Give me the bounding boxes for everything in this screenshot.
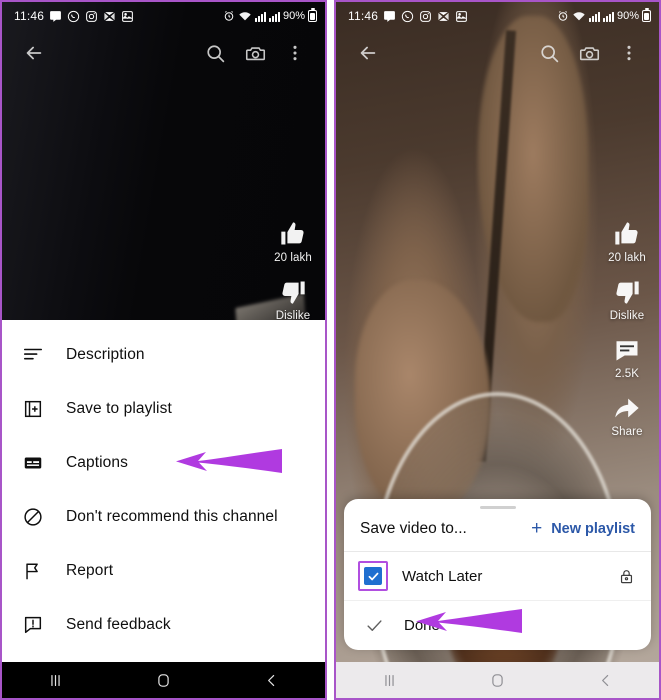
comment-count: 2.5K: [614, 368, 640, 380]
watch-later-checkbox-highlight: [358, 561, 388, 591]
plus-icon: +: [531, 518, 543, 539]
instagram-icon: [85, 10, 98, 23]
snapchat-icon: [103, 10, 116, 23]
status-time: 11:46: [348, 9, 379, 23]
new-playlist-button[interactable]: + New playlist: [531, 519, 635, 538]
photos-icon: [121, 10, 134, 23]
menu-item-label: Captions: [66, 454, 128, 471]
check-icon: [362, 616, 386, 635]
playlist-name: Watch Later: [402, 567, 483, 585]
like-count: 20 lakh: [608, 252, 646, 264]
menu-item-label: Send feedback: [66, 616, 171, 633]
back-chevron-icon[interactable]: [577, 662, 633, 698]
more-vertical-icon[interactable]: [275, 33, 315, 73]
menu-item-label: Report: [66, 562, 114, 579]
flag-icon: [20, 560, 46, 582]
status-bar-left: 11:46: [348, 9, 468, 23]
search-icon[interactable]: [195, 33, 235, 73]
panel-gap: [327, 0, 334, 700]
chat-bubble-icon: [49, 10, 62, 23]
signal-sim2-icon: [602, 11, 614, 22]
menu-item-captions[interactable]: Captions: [2, 436, 325, 490]
back-arrow-icon[interactable]: [14, 33, 54, 73]
menu-item-dont-recommend[interactable]: Don't recommend this channel: [2, 490, 325, 544]
status-bar-left: 11:46: [14, 9, 134, 23]
chat-bubble-icon: [383, 10, 396, 23]
menu-item-label: Description: [66, 346, 145, 363]
battery-percent: 90%: [616, 10, 639, 22]
signal-sim1-icon: [588, 11, 600, 22]
menu-item-save-to-playlist[interactable]: Save to playlist: [2, 382, 325, 436]
dislike-button[interactable]: Dislike: [265, 278, 321, 322]
done-button[interactable]: Done: [344, 600, 651, 650]
captions-icon: [20, 452, 46, 474]
signal-sim1-icon: [254, 11, 266, 22]
menu-item-description[interactable]: Description: [2, 328, 325, 382]
home-icon[interactable]: [469, 662, 525, 698]
android-nav-bar-left: [2, 662, 325, 698]
comments-button[interactable]: 2.5K: [599, 336, 655, 380]
android-nav-bar-right: [336, 662, 659, 698]
alarm-icon: [557, 10, 569, 22]
recents-icon[interactable]: [28, 662, 84, 698]
wifi-icon: [238, 10, 252, 22]
like-button[interactable]: 20 lakh: [599, 220, 655, 264]
video-options-sheet: Description Save to playlist Captions Do…: [2, 320, 325, 662]
feedback-icon: [20, 614, 46, 636]
phone-screen-left: 11:46 90% 20 lakh Dislike Description Sa…: [0, 0, 327, 700]
alarm-icon: [223, 10, 235, 22]
menu-item-label: Save to playlist: [66, 400, 172, 417]
description-icon: [20, 344, 46, 366]
done-label: Done: [404, 617, 440, 634]
battery-percent: 90%: [282, 10, 305, 22]
video-action-rail-right: 20 lakh Dislike 2.5K Share: [599, 220, 655, 438]
menu-item-label: Don't recommend this channel: [66, 508, 278, 525]
snapchat-icon: [437, 10, 450, 23]
app-top-bar-left: [2, 30, 325, 76]
dislike-label: Dislike: [609, 310, 645, 322]
share-button[interactable]: Share: [599, 394, 655, 438]
new-playlist-label: New playlist: [551, 520, 635, 537]
block-icon: [20, 506, 46, 528]
wifi-icon: [572, 10, 586, 22]
save-playlist-icon: [20, 398, 46, 420]
status-time: 11:46: [14, 9, 45, 23]
whatsapp-icon: [67, 10, 80, 23]
signal-sim2-icon: [268, 11, 280, 22]
like-count: 20 lakh: [274, 252, 312, 264]
search-icon[interactable]: [529, 33, 569, 73]
phone-screen-right: 11:46 90% 20 lakh Dislike 2.5K Share Sav…: [334, 0, 661, 700]
home-icon[interactable]: [135, 662, 191, 698]
back-chevron-icon[interactable]: [243, 662, 299, 698]
battery-icon: [642, 8, 651, 22]
status-bar: 11:46 90%: [336, 2, 659, 30]
screenshot-root: 11:46 90% 20 lakh Dislike Description Sa…: [0, 0, 661, 700]
app-top-bar-right: [336, 30, 659, 76]
status-bar-right: 90%: [223, 8, 317, 22]
status-bar: 11:46 90%: [2, 2, 325, 30]
menu-item-report[interactable]: Report: [2, 544, 325, 598]
whatsapp-icon: [401, 10, 414, 23]
save-dialog-header: Save video to... + New playlist: [344, 509, 651, 552]
save-dialog-title: Save video to...: [360, 519, 467, 537]
dislike-button[interactable]: Dislike: [599, 278, 655, 322]
more-vertical-icon[interactable]: [609, 33, 649, 73]
recents-icon[interactable]: [362, 662, 418, 698]
camera-icon[interactable]: [235, 33, 275, 73]
lock-icon: [618, 568, 635, 585]
save-to-playlist-dialog: Save video to... + New playlist Watch La…: [344, 499, 651, 650]
battery-icon: [308, 8, 317, 22]
like-button[interactable]: 20 lakh: [265, 220, 321, 264]
watch-later-checkbox[interactable]: [364, 567, 382, 585]
share-label: Share: [611, 426, 643, 438]
playlist-row-watch-later[interactable]: Watch Later: [344, 552, 651, 600]
camera-icon[interactable]: [569, 33, 609, 73]
status-bar-right: 90%: [557, 8, 651, 22]
back-arrow-icon[interactable]: [348, 33, 388, 73]
instagram-icon: [419, 10, 432, 23]
menu-item-send-feedback[interactable]: Send feedback: [2, 598, 325, 652]
photos-icon: [455, 10, 468, 23]
